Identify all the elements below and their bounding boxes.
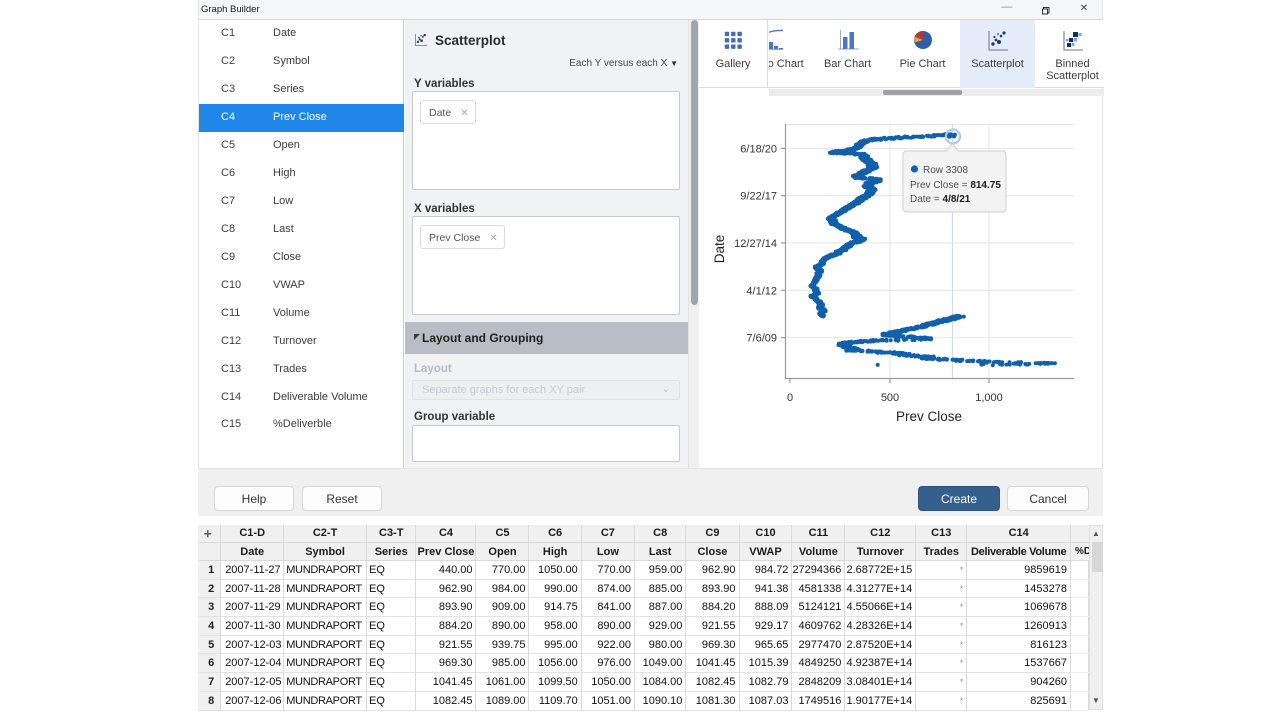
svg-text:9/22/17: 9/22/17 xyxy=(740,191,777,203)
svg-text:500: 500 xyxy=(881,392,899,404)
svg-text:Prev Close: Prev Close xyxy=(896,409,962,424)
svg-text:7/6/09: 7/6/09 xyxy=(746,333,777,345)
svg-text:0: 0 xyxy=(787,392,793,404)
svg-text:12/27/14: 12/27/14 xyxy=(734,238,777,250)
svg-text:Row 3308: Row 3308 xyxy=(923,165,968,176)
svg-text:1,000: 1,000 xyxy=(975,392,1003,404)
svg-text:Prev Close = 814.75: Prev Close = 814.75 xyxy=(910,180,1001,191)
svg-text:4/1/12: 4/1/12 xyxy=(746,285,777,297)
svg-text:Date: Date xyxy=(712,235,727,264)
svg-text:Date = 4/8/21: Date = 4/8/21 xyxy=(910,194,971,205)
svg-text:6/18/20: 6/18/20 xyxy=(740,143,777,155)
